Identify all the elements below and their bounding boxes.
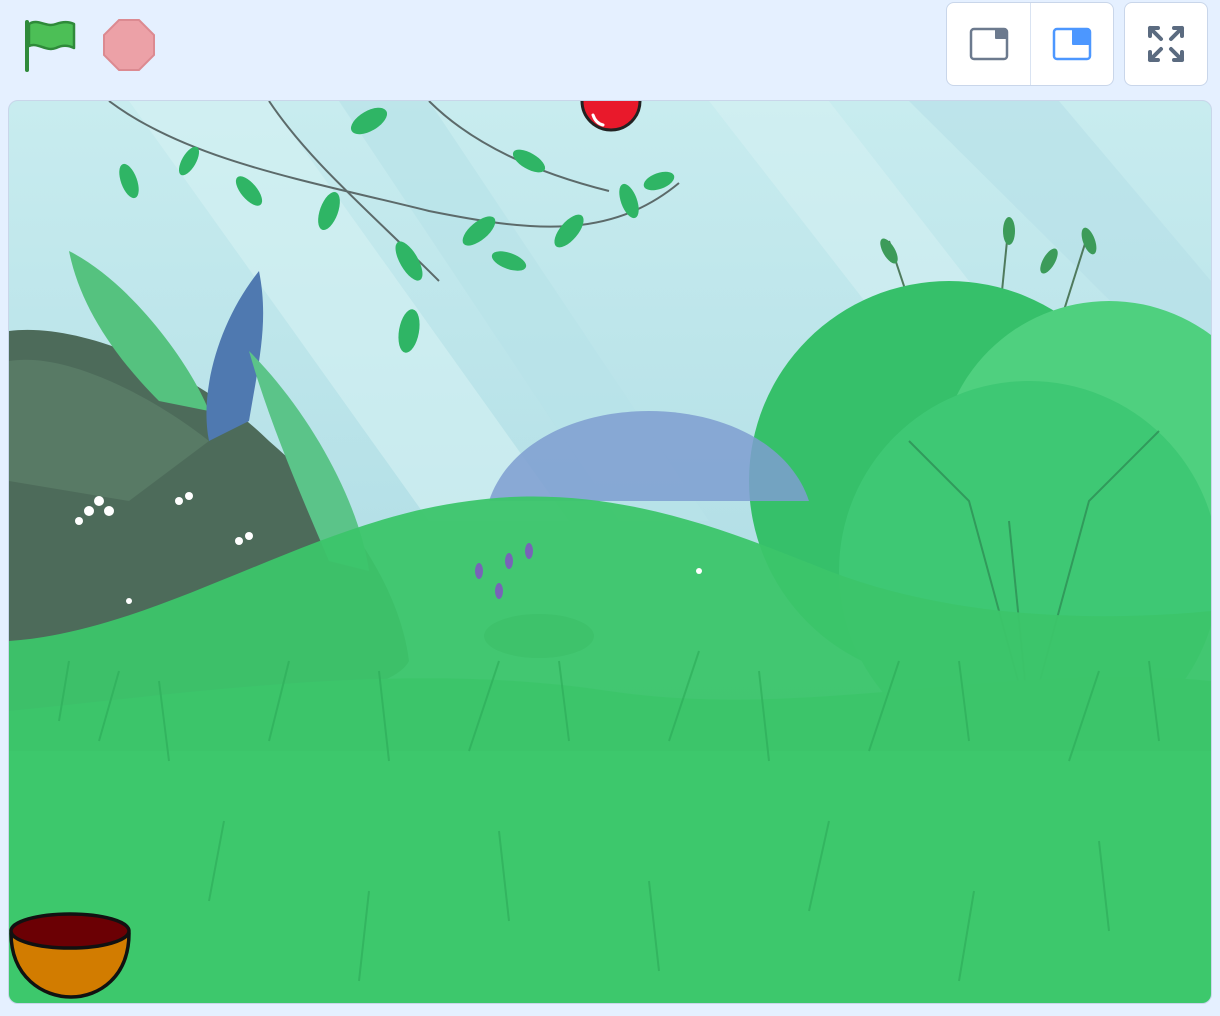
forest-backdrop <box>9 101 1211 1003</box>
small-stage-icon <box>969 27 1008 61</box>
stage-header <box>0 0 1220 96</box>
green-flag-button[interactable] <box>18 14 80 76</box>
bowl-sprite[interactable] <box>9 907 133 1001</box>
stage-canvas[interactable] <box>8 100 1212 1004</box>
bowl-icon <box>9 912 131 999</box>
small-stage-button[interactable] <box>947 3 1030 85</box>
stage-size-toggle <box>946 2 1114 86</box>
normal-stage-button[interactable] <box>1030 3 1113 85</box>
apple-icon <box>580 101 642 132</box>
stop-button[interactable] <box>98 14 160 76</box>
fullscreen-icon <box>1148 26 1184 62</box>
stop-sign-icon <box>103 19 155 71</box>
green-flag-icon <box>25 20 76 72</box>
normal-stage-icon <box>1052 27 1092 61</box>
apple-sprite[interactable] <box>579 101 643 133</box>
fullscreen-button[interactable] <box>1124 2 1208 86</box>
